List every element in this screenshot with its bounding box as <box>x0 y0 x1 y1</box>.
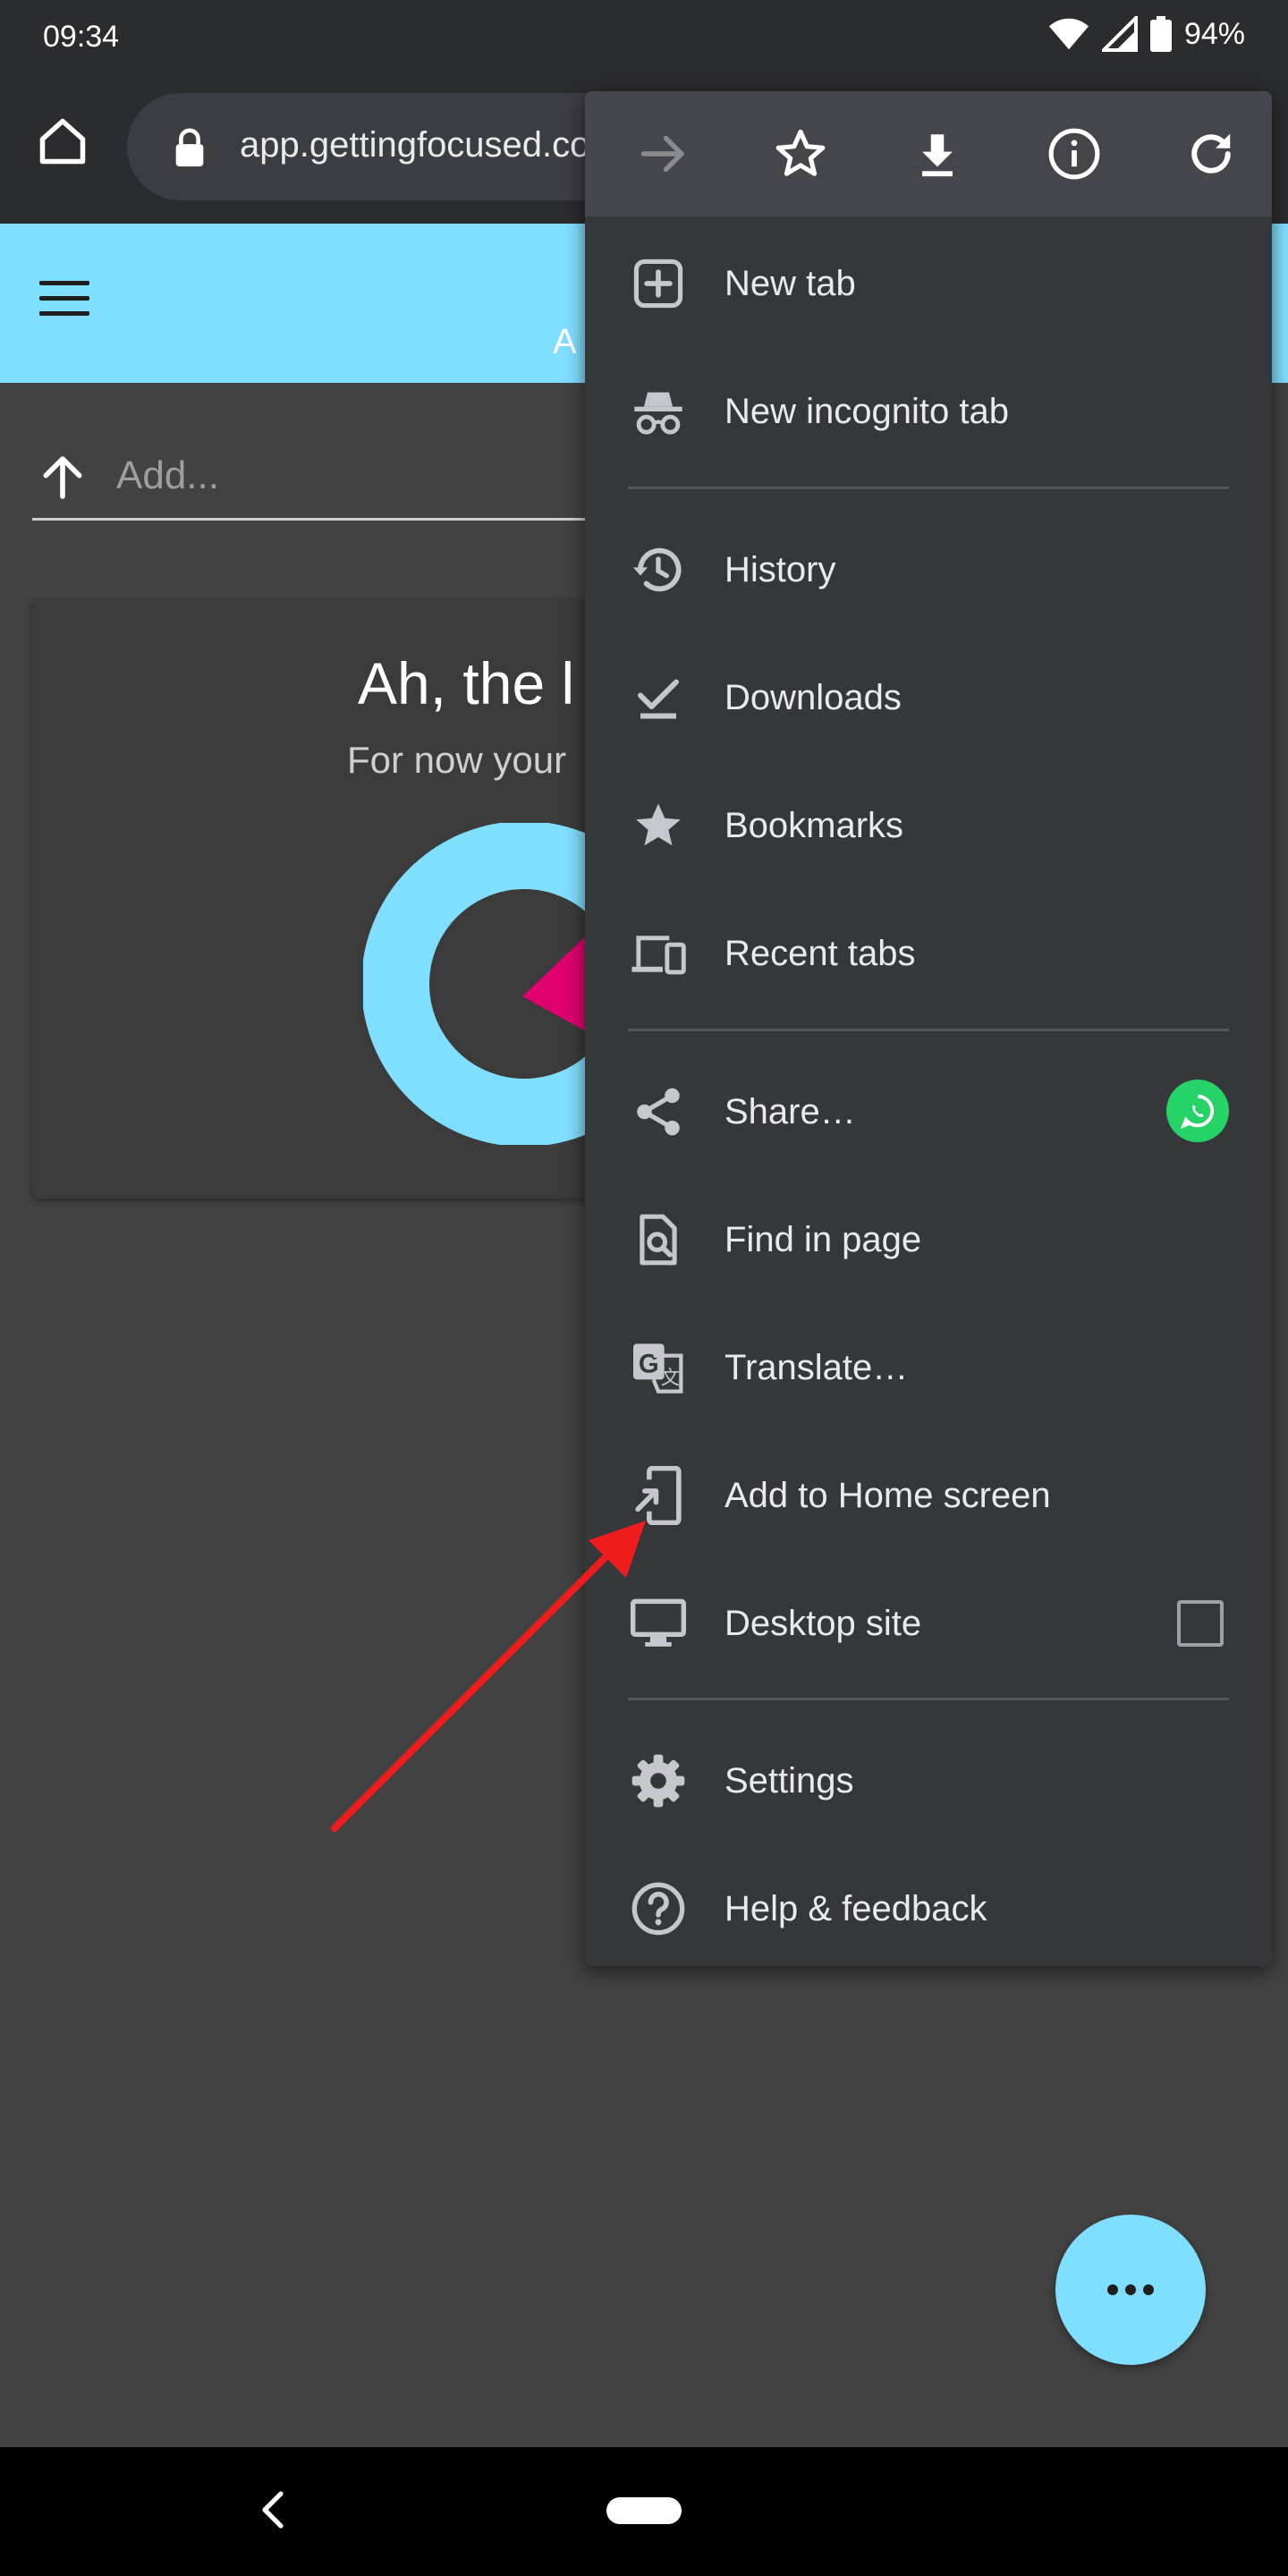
menu-item-label: Downloads <box>724 678 902 717</box>
home-pill[interactable] <box>606 2497 682 2524</box>
more-horiz-icon <box>1107 2284 1154 2295</box>
lock-icon <box>175 128 204 167</box>
red-annotation-arrow <box>331 1521 646 1832</box>
bookmarks-icon <box>630 797 687 854</box>
svg-text:文: 文 <box>661 1368 680 1390</box>
star-icon <box>775 129 826 176</box>
find-in-page-icon <box>630 1211 687 1268</box>
menu-divider <box>628 1029 1229 1031</box>
downloads-icon <box>630 669 687 726</box>
menu-action-row <box>585 91 1272 216</box>
menu-item-new-incognito-tab[interactable]: New incognito tab <box>585 347 1272 475</box>
menu-item-downloads[interactable]: Downloads <box>585 633 1272 761</box>
wifi-icon <box>1048 18 1089 50</box>
home-icon <box>39 118 86 165</box>
desktop-site-checkbox[interactable] <box>1177 1600 1224 1647</box>
menu-item-label: Add to Home screen <box>724 1476 1051 1515</box>
reload-icon <box>1191 133 1231 174</box>
menu-item-label: Translate… <box>724 1348 909 1387</box>
status-icons: 94% <box>1048 16 1245 52</box>
signal-icon <box>1101 16 1138 52</box>
history-icon <box>630 541 687 598</box>
page-info-button[interactable] <box>1042 122 1106 186</box>
arrow-up-icon[interactable] <box>38 453 88 503</box>
system-nav-bar <box>0 2447 1288 2576</box>
menu-item-add-to-home-screen[interactable]: Add to Home screen <box>585 1431 1272 1559</box>
battery-icon <box>1149 16 1172 52</box>
menu-item-help-feedback[interactable]: Help & feedback <box>585 1844 1272 1966</box>
download-icon <box>922 134 953 177</box>
menu-item-label: Bookmarks <box>724 806 904 845</box>
menu-item-share[interactable]: Share… <box>585 1047 1272 1175</box>
info-icon <box>1048 128 1100 180</box>
forward-button[interactable] <box>631 122 696 186</box>
recent-tabs-icon <box>630 925 687 982</box>
translate-icon: G 文 <box>630 1339 687 1396</box>
menu-item-label: Recent tabs <box>724 934 916 973</box>
menu-item-label: New tab <box>724 264 856 303</box>
home-button[interactable] <box>32 111 93 172</box>
menu-item-find-in-page[interactable]: Find in page <box>585 1175 1272 1303</box>
card-title: Ah, the l <box>358 650 575 716</box>
url-text[interactable]: app.gettingfocused.co <box>240 125 589 165</box>
new-tab-icon <box>630 255 687 312</box>
menu-item-label: History <box>724 550 836 589</box>
menu-item-history[interactable]: History <box>585 505 1272 633</box>
app-bar-tab-label[interactable]: A <box>553 322 577 362</box>
card-subtitle: For now your <box>347 739 567 781</box>
status-bar: 09:34 94% <box>0 0 1288 75</box>
forward-icon <box>640 135 684 173</box>
incognito-icon <box>630 383 687 440</box>
more-options-fab[interactable] <box>1055 2215 1206 2365</box>
menu-item-recent-tabs[interactable]: Recent tabs <box>585 889 1272 1017</box>
menu-item-label: Share… <box>724 1092 856 1131</box>
menu-item-label: Desktop site <box>724 1604 922 1643</box>
reload-button[interactable] <box>1179 122 1243 186</box>
menu-divider <box>628 1698 1229 1700</box>
menu-item-translate[interactable]: G 文 Translate… <box>585 1303 1272 1431</box>
menu-item-bookmarks[interactable]: Bookmarks <box>585 761 1272 889</box>
menu-item-settings[interactable]: Settings <box>585 1716 1272 1844</box>
back-icon[interactable] <box>259 2490 286 2529</box>
svg-text:G: G <box>639 1349 659 1378</box>
status-time: 09:34 <box>43 20 120 54</box>
menu-divider <box>628 487 1229 489</box>
menu-item-label: Find in page <box>724 1220 922 1259</box>
download-page-button[interactable] <box>905 122 970 186</box>
menu-item-new-tab[interactable]: New tab <box>585 219 1272 347</box>
help-icon <box>630 1880 687 1937</box>
bookmark-star-button[interactable] <box>768 122 833 186</box>
battery-percentage: 94% <box>1183 16 1245 51</box>
menu-item-label: Settings <box>724 1761 854 1801</box>
share-icon <box>630 1083 687 1140</box>
hamburger-menu-icon[interactable] <box>39 281 89 317</box>
menu-item-desktop-site[interactable]: Desktop site <box>585 1559 1272 1687</box>
whatsapp-icon[interactable] <box>1166 1080 1229 1142</box>
menu-item-label: Help & feedback <box>724 1889 987 1928</box>
menu-item-label: New incognito tab <box>724 392 1009 431</box>
overflow-menu: New tab New incognito tab History Downlo… <box>585 91 1272 1966</box>
